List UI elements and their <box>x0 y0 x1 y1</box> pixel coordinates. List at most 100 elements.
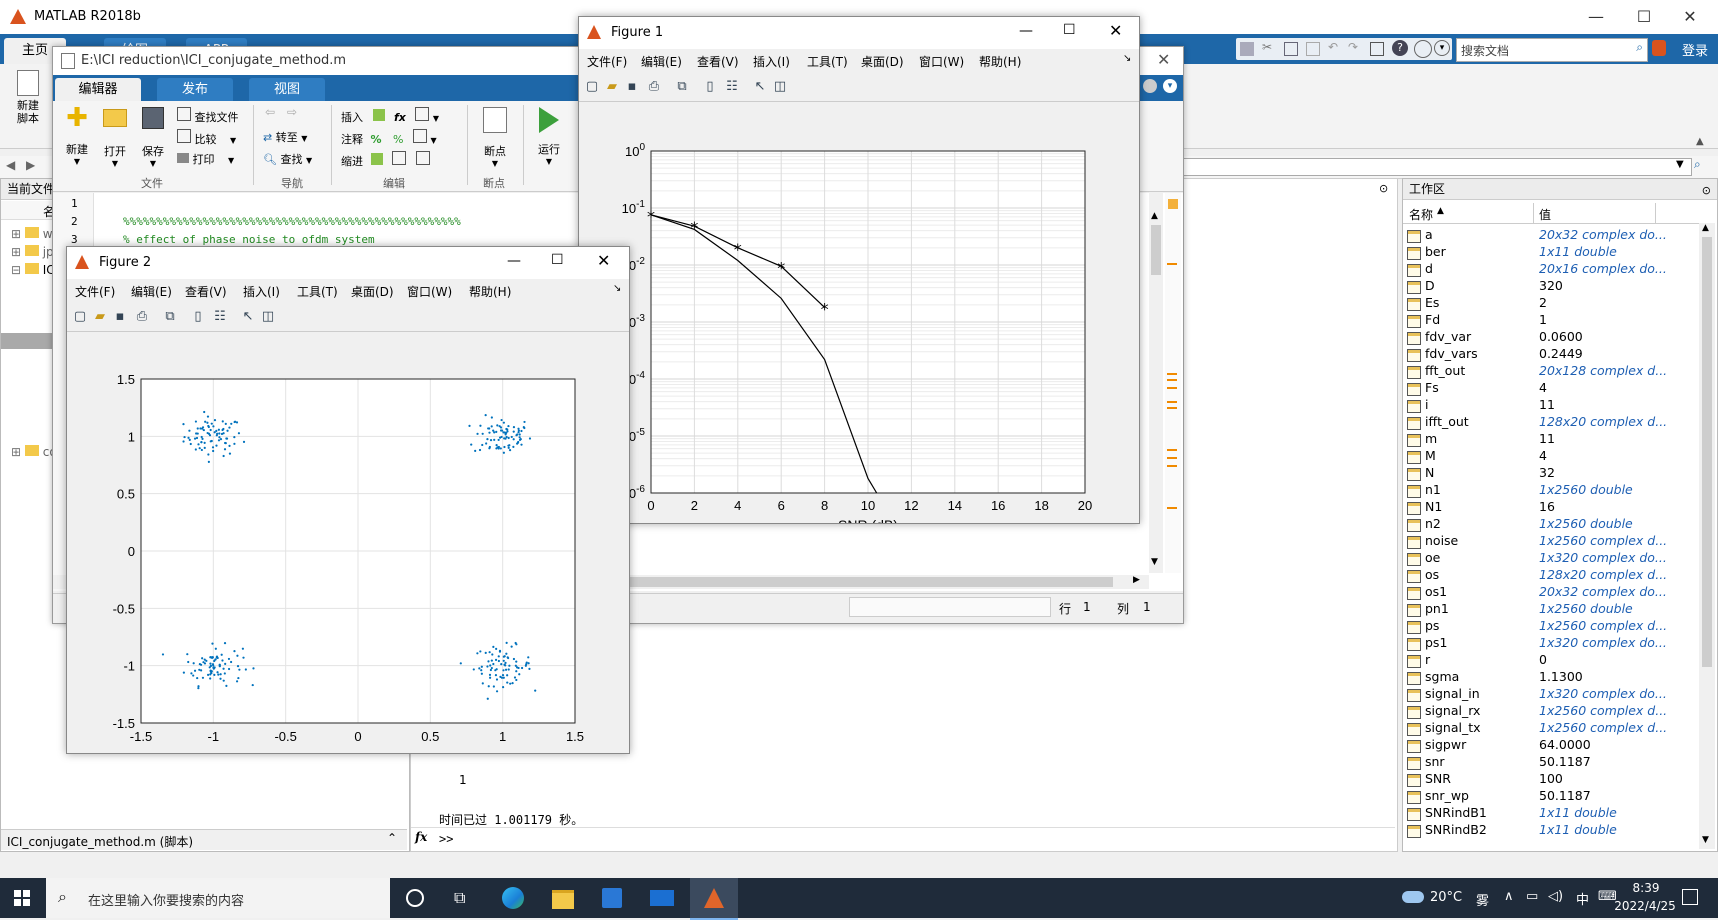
fig1-menu-help[interactable]: 帮助(H) <box>979 53 1021 70</box>
command-prompt-row[interactable]: fx >> <box>411 827 1395 850</box>
pointer-icon[interactable]: ↖ <box>751 78 769 96</box>
redo-icon[interactable]: ↷ <box>1348 40 1358 54</box>
mail-icon[interactable] <box>650 890 674 906</box>
save-figure-icon[interactable]: ▪ <box>111 308 129 326</box>
workspace-row[interactable]: D 320 <box>1403 278 1699 295</box>
folder-item[interactable]: ⊞ jp <box>11 245 54 259</box>
workspace-row[interactable]: r0 <box>1403 652 1699 669</box>
fig2-menu-desktop[interactable]: 桌面(D) <box>351 283 394 300</box>
path-dropdown-icon[interactable]: ▼ <box>1676 159 1684 170</box>
print-figure-icon[interactable]: ⎙ <box>133 308 151 326</box>
close-button[interactable]: ✕ <box>1670 4 1710 30</box>
open-button[interactable]: 打开 ▼ <box>97 105 133 168</box>
workspace-row[interactable]: fft_out 20x128 complex d... <box>1403 363 1699 380</box>
workspace-row[interactable]: a 20x32 complex do... <box>1403 227 1699 244</box>
workspace-row[interactable]: ifft_out 128x20 complex d... <box>1403 414 1699 431</box>
link-plot-icon[interactable]: ⧉ <box>673 78 691 96</box>
tray-chevron-icon[interactable]: ∧ <box>1504 889 1514 904</box>
folder-item[interactable]: ⊞ w <box>11 227 53 241</box>
workspace-row[interactable]: fdv_var 0.0600 <box>1403 329 1699 346</box>
workspace-row[interactable]: M4 <box>1403 448 1699 465</box>
folder-item[interactable]: ⊟ IC <box>11 263 55 277</box>
volume-icon[interactable]: ◁) <box>1548 889 1563 904</box>
notification-icon[interactable] <box>1652 40 1666 56</box>
path-field[interactable] <box>1160 158 1692 176</box>
code-scroll-thumb[interactable] <box>1151 225 1161 275</box>
compare-button[interactable]: 比较 ▼ <box>177 129 236 147</box>
file-explorer-icon[interactable] <box>552 890 574 909</box>
workspace-row[interactable]: SNRindB2 1x11 double <box>1403 822 1699 839</box>
colorbar-icon[interactable]: ▯ <box>189 308 207 326</box>
workspace-row[interactable]: noise 1x2560 complex d... <box>1403 533 1699 550</box>
figure1-close-button[interactable]: ✕ <box>1109 21 1122 40</box>
copy-icon[interactable] <box>1284 42 1298 56</box>
browse-search-icon[interactable]: ⌕ <box>1694 157 1701 172</box>
fig1-menu-edit[interactable]: 编辑(E) <box>641 53 682 70</box>
workspace-row[interactable]: ber 1x11 double <box>1403 244 1699 261</box>
cmd-options-icon[interactable]: ⊙ <box>1379 182 1388 195</box>
save-figure-icon[interactable]: ▪ <box>623 78 641 96</box>
fig1-menu-file[interactable]: 文件(F) <box>587 53 627 70</box>
nav-forward-icon[interactable]: ⇨ <box>287 105 297 119</box>
fig2-dock-icon[interactable]: ↘ <box>613 283 621 294</box>
workspace-row[interactable]: n1 1x2560 double <box>1403 482 1699 499</box>
cortana-icon[interactable] <box>406 889 424 907</box>
workspace-row[interactable]: SNR 100 <box>1403 771 1699 788</box>
scroll-down-icon[interactable]: ▼ <box>1702 835 1709 845</box>
figure1-minimize-button[interactable]: — <box>1019 23 1033 39</box>
workspace-row[interactable]: Fd 1 <box>1403 312 1699 329</box>
workspace-row[interactable]: m 11 <box>1403 431 1699 448</box>
editor-help-icon[interactable] <box>1143 79 1157 93</box>
editor-dropdown-icon[interactable]: ▾ <box>1163 79 1177 93</box>
workspace-row[interactable]: fdv_vars 0.2449 <box>1403 346 1699 363</box>
code-analyzer-bar[interactable] <box>1165 193 1181 573</box>
workspace-row[interactable]: signal_in 1x320 complex do... <box>1403 686 1699 703</box>
weather-temp[interactable]: 20°C <box>1430 890 1462 905</box>
workspace-row[interactable]: ps1 1x320 complex do... <box>1403 635 1699 652</box>
action-center-icon[interactable] <box>1682 889 1698 905</box>
code-scroll-down-icon[interactable]: ▼ <box>1151 557 1158 567</box>
tab-editor[interactable]: 编辑器 <box>55 78 141 101</box>
workspace-options-icon[interactable]: ⊙ <box>1702 181 1711 201</box>
workspace-row[interactable]: ps 1x2560 complex d... <box>1403 618 1699 635</box>
figure2-close-button[interactable]: ✕ <box>597 251 610 270</box>
figure2-maximize-button[interactable]: ☐ <box>551 252 564 268</box>
workspace-row[interactable]: signal_tx 1x2560 complex d... <box>1403 720 1699 737</box>
workspace-scrollbar[interactable]: ▲ ▼ <box>1699 223 1715 849</box>
workspace-row[interactable]: signal_rx 1x2560 complex d... <box>1403 703 1699 720</box>
weather-desc[interactable]: 雾 <box>1476 890 1489 909</box>
new-figure-icon[interactable]: ▢ <box>583 78 601 96</box>
new-button[interactable]: ✚ 新建 ▼ <box>59 105 95 166</box>
fig2-menu-window[interactable]: 窗口(W) <box>407 283 452 300</box>
network-icon[interactable]: ▭ <box>1526 889 1538 904</box>
open-file-icon[interactable]: ▰ <box>603 78 621 96</box>
workspace-row[interactable]: N1 16 <box>1403 499 1699 516</box>
workspace-row[interactable]: d 20x16 complex do... <box>1403 261 1699 278</box>
fig2-menu-file[interactable]: 文件(F) <box>75 283 115 300</box>
edge-icon[interactable] <box>502 887 524 909</box>
col-name[interactable]: 名称 <box>1409 206 1433 223</box>
fig1-menu-insert[interactable]: 插入(I) <box>753 53 790 70</box>
fig2-menu-tools[interactable]: 工具(T) <box>297 283 338 300</box>
indent-button[interactable]: 缩进 <box>341 151 430 169</box>
workspace-row[interactable]: os1 20x32 complex do... <box>1403 584 1699 601</box>
help-icon[interactable]: ? <box>1392 40 1408 56</box>
code-hscroll-thumb[interactable] <box>613 577 1113 587</box>
undo-icon[interactable]: ↶ <box>1328 40 1338 54</box>
save-button[interactable]: 保存 ▼ <box>135 105 171 168</box>
colorbar-icon[interactable]: ▯ <box>701 78 719 96</box>
find-files-button[interactable]: 查找文件 <box>177 107 239 125</box>
login-link[interactable]: 登录 <box>1682 40 1708 59</box>
selected-file-highlight[interactable] <box>1 333 59 349</box>
fig1-dock-icon[interactable]: ↘ <box>1123 53 1131 64</box>
goto-button[interactable]: ⇄ 转至 ▼ <box>263 129 307 145</box>
fig1-menu-tools[interactable]: 工具(T) <box>807 53 848 70</box>
workspace-row[interactable]: oe 1x320 complex do... <box>1403 550 1699 567</box>
tab-view[interactable]: 视图 <box>249 78 325 101</box>
back-icon[interactable]: ◀ <box>6 158 15 172</box>
clock-time[interactable]: 8:39 <box>1616 881 1676 895</box>
print-figure-icon[interactable]: ⎙ <box>645 78 663 96</box>
save-icon[interactable] <box>1240 42 1254 56</box>
search-icon[interactable]: ⌕ <box>1636 40 1643 55</box>
start-button[interactable] <box>14 890 30 906</box>
